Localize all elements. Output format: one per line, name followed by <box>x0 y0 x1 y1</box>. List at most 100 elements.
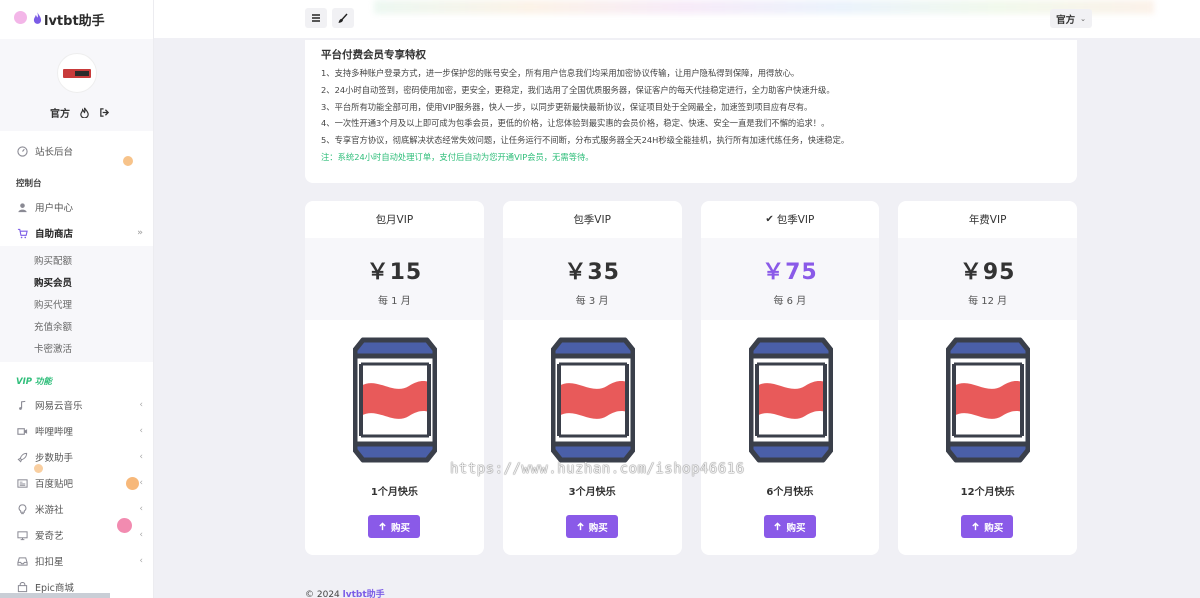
price-band: ￥15 每 1 月 <box>305 238 484 320</box>
plan-price: ￥95 <box>959 260 1016 285</box>
decor-dot <box>126 477 139 490</box>
avatar-logo <box>63 68 91 78</box>
buy-label: 购买 <box>588 522 608 534</box>
profile-panel: 官方 <box>0 39 153 131</box>
chevron-left-icon: ‹ <box>139 426 143 436</box>
chevron-left-icon: ‹ <box>139 478 143 488</box>
privilege-line: 3、平台所有功能全部可用，使用VIP服务器，快人一步，以同步更新最快最新协议，保… <box>321 101 813 112</box>
plan-price: ￥15 <box>366 260 423 285</box>
plan-period: 每 6 月 <box>773 296 807 307</box>
sidebar-item-label: 百度贴吧 <box>35 479 74 490</box>
privilege-line: 2、24小时自动签到，密码使用加密，更安全，更稳定，我们选用了全国优质服务器，保… <box>321 84 835 95</box>
soda-can-icon <box>946 336 1030 464</box>
sidebar-item-netease-music[interactable]: 网易云音乐 ‹ <box>0 392 153 418</box>
video-icon <box>16 425 29 438</box>
sidebar-item-steps[interactable]: 步数助手 ‹ <box>0 444 153 470</box>
sidebar: lvtbt助手 官方 站长后台 控制台 用户中心 自助商店 » 购买配额 购买会… <box>0 0 154 598</box>
plan-price: ￥75 <box>762 260 818 285</box>
newspaper-icon <box>16 477 29 490</box>
sidebar-item-shop[interactable]: 自助商店 » <box>0 220 153 246</box>
buy-button[interactable]: 购买 <box>763 515 816 538</box>
chevron-left-icon: ‹ <box>139 504 143 514</box>
shop-submenu: 购买配额 购买会员 购买代理 充值余额 卡密激活 <box>0 246 153 362</box>
sidebar-item-label: 网易云音乐 <box>35 401 83 412</box>
account-dropdown[interactable]: 官方 ⌄ <box>1050 9 1092 28</box>
section-vip-label: VIP 功能 <box>16 377 52 387</box>
sidebar-item-bilibili[interactable]: 哔哩哔哩 ‹ <box>0 418 153 444</box>
arrow-up-icon <box>774 522 782 531</box>
buy-button[interactable]: 购买 <box>565 515 618 538</box>
avatar[interactable] <box>57 53 97 93</box>
topbar: 官方 ⌄ <box>154 0 1200 38</box>
footer: © 2024 lvtbt助手 <box>305 587 385 598</box>
account-dropdown-label: 官方 <box>1056 14 1076 26</box>
plan-tagline: 1个月快乐 <box>370 487 418 498</box>
privilege-line: 4、一次性开通3个月及以上即可成为包季会员，更低的价格，让您体验到最实惠的会员价… <box>321 118 830 129</box>
music-note-icon <box>16 399 29 412</box>
cart-icon <box>16 227 29 240</box>
sidebar-item-label: 自助商店 <box>35 229 74 240</box>
sidebar-item-user-center[interactable]: 用户中心 <box>0 194 153 220</box>
buy-button[interactable]: 购买 <box>368 515 420 538</box>
plan-name: 包季VIP <box>503 201 682 238</box>
plan-price: ￥35 <box>564 260 620 285</box>
arrow-up-icon <box>577 522 584 531</box>
brush-icon <box>338 13 348 23</box>
submenu-item-quota[interactable]: 购买配额 <box>0 249 153 271</box>
sidebar-item-label: 米游社 <box>35 505 64 516</box>
price-band: ￥75 每 6 月 <box>700 238 880 320</box>
flame-logo-icon <box>33 12 42 24</box>
section-console-label: 控制台 <box>16 179 42 189</box>
fire-icon[interactable] <box>79 107 90 118</box>
plan-card: 年费VIP ￥95 每 12 月 12个月快乐 购买 <box>898 201 1077 555</box>
privilege-line: 1、支持多种账户登录方式，进一步保护您的账号安全，所有用户信息我们均采用加密协议… <box>321 68 800 78</box>
plan-period: 每 12 月 <box>968 296 1008 307</box>
menu-toggle-button[interactable] <box>305 8 327 28</box>
chevron-left-icon: ‹ <box>139 452 143 462</box>
buy-label: 购买 <box>786 522 806 534</box>
chevron-left-icon: ‹ <box>139 556 143 566</box>
sidebar-item-label: 哔哩哔哩 <box>35 427 74 438</box>
logout-icon[interactable] <box>99 107 110 118</box>
theme-button[interactable] <box>332 8 354 28</box>
decor-gradient <box>374 0 1154 14</box>
submenu-item-membership[interactable]: 购买会员 <box>0 271 153 293</box>
sidebar-item-label: 站长后台 <box>35 147 74 158</box>
plan-list: 包月VIP ￥15 每 1 月 1个月快乐 购买 包季VIP ￥35 每 3 月… <box>305 201 1077 555</box>
plan-tagline: 3个月快乐 <box>568 487 616 498</box>
store-icon <box>16 581 29 594</box>
sidebar-item-label: 爱奇艺 <box>35 531 64 542</box>
submenu-item-recharge[interactable]: 充值余额 <box>0 315 153 337</box>
brand[interactable]: lvtbt助手 <box>0 0 153 38</box>
inbox-icon <box>16 555 29 568</box>
plan-period: 每 3 月 <box>575 296 609 307</box>
footer-brand-link[interactable]: lvtbt助手 <box>343 590 385 598</box>
monitor-icon <box>16 529 29 542</box>
buy-button[interactable]: 购买 <box>961 515 1014 538</box>
plan-name-text: 包月VIP <box>375 214 414 226</box>
sidebar-item-label: 用户中心 <box>35 203 74 214</box>
price-band: ￥95 每 12 月 <box>898 238 1077 320</box>
dashboard-icon <box>16 145 29 158</box>
soda-can-icon <box>551 336 635 464</box>
submenu-item-agent[interactable]: 购买代理 <box>0 293 153 315</box>
decor-dot <box>123 156 133 166</box>
plan-name: 年费VIP <box>898 201 1077 238</box>
sidebar-item-label: Epic商城 <box>35 583 74 594</box>
plan-name: 包月VIP <box>305 201 484 238</box>
watermark-url: https://www.huzhan.com/ishop46616 <box>450 461 745 477</box>
profile-row: 官方 <box>50 105 110 120</box>
sidebar-item-label: 步数助手 <box>35 453 74 464</box>
plan-card-selected: ✔ 包季VIP ￥75 每 6 月 6个月快乐 购买 <box>700 201 880 555</box>
buy-label: 购买 <box>390 522 410 534</box>
plan-name-text: 包季VIP <box>573 214 611 226</box>
submenu-item-card-activate[interactable]: 卡密激活 <box>0 337 153 359</box>
privileges-note: 注：系统24小时自动处理订单，支付后自动为您开通VIP会员，无需等待。 <box>321 151 594 162</box>
sidebar-item-qq-star[interactable]: 扣扣星 ‹ <box>0 548 153 574</box>
check-icon: ✔ <box>765 214 774 225</box>
horizontal-scrollbar[interactable] <box>0 593 110 598</box>
plan-period: 每 1 月 <box>378 296 411 307</box>
privilege-line: 5、专享官方协议，彻底解决状态经常失效问题，让任务运行不间断，分布式服务器全天2… <box>321 135 850 146</box>
buy-label: 购买 <box>984 522 1004 534</box>
sidebar-item-miyoushe[interactable]: 米游社 ‹ <box>0 496 153 522</box>
